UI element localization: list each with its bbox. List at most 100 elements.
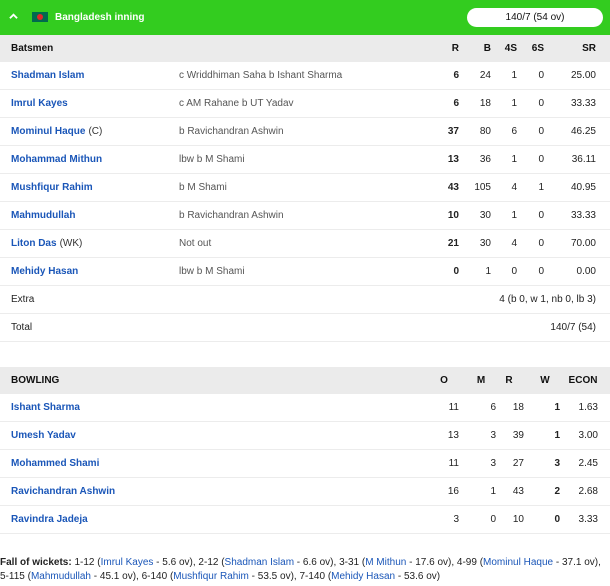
bowler-name-link[interactable]: Ishant Sharma [11,402,80,413]
total-value: 140/7 (54) [550,322,596,333]
fall-of-wickets: Fall of wickets: 1-12 (Imrul Kayes - 5.6… [0,556,610,584]
sixes: 0 [538,98,544,109]
fow-item: 6-140 (Mushfiqur Rahim - 53.5 ov), [141,571,297,582]
extras-label: Extra [11,294,35,305]
maidens: 6 [490,402,496,413]
fours: 1 [511,154,517,165]
batsman-name-link[interactable]: Liton Das [11,238,57,249]
strike-rate: 36.11 [571,154,596,165]
fours-column-header: 4S [504,43,517,54]
batsman-name-link[interactable]: Mahmudullah [11,210,75,221]
fow-item: 1-12 (Imrul Kayes - 5.6 ov), [74,557,196,568]
maidens-column-header: M [476,375,486,386]
batsmen-column-header: Batsmen [11,43,54,54]
fow-score: 1-12 [74,557,95,568]
bowler-name-link[interactable]: Ravichandran Ashwin [11,486,115,497]
fow-player-link[interactable]: Mominul Haque [483,557,553,568]
batsman-name-cell: Mahmudullah [11,202,75,229]
batsman-name-link[interactable]: Mehidy Hasan [11,266,78,277]
bowler-name-cell: Ravindra Jadeja [11,506,88,533]
bowler-name-cell: Mohammed Shami [11,450,99,477]
batsman-name-cell: Liton Das (WK) [11,230,82,257]
runs-conceded: 39 [512,430,524,441]
bowler-row: Ishant Sharma 11 6 18 1 1.63 [0,394,610,422]
dismissal: Not out [179,238,212,249]
dismissal: b M Shami [179,182,227,193]
fow-player-link[interactable]: Shadman Islam [225,557,294,568]
overs: 3 [453,514,459,525]
batsman-name-link[interactable]: Mominul Haque [11,126,85,137]
bowler-name-cell: Ishant Sharma [11,394,80,421]
runs-conceded: 43 [512,486,524,497]
chevron-up-icon[interactable] [9,12,18,21]
runs: 6 [453,70,459,81]
sixes: 0 [538,238,544,249]
sixes-column-header: 6S [531,43,544,54]
batsman-name-cell: Shadman Islam [11,62,84,89]
fow-item: 5-115 (Mahmudullah - 45.1 ov), [0,571,139,582]
bowler-name-cell: Umesh Yadav [11,422,76,449]
economy-column-header: ECON [568,375,598,386]
wickets: 1 [554,430,560,441]
fow-player-link[interactable]: M Mithun [365,557,406,568]
bowler-name-link[interactable]: Mohammed Shami [11,458,99,469]
fow-item: 2-12 (Shadman Islam - 6.6 ov), [198,557,337,568]
batsman-row: Mehidy Hasan lbw b M Shami 0 1 0 0 0.00 [0,258,610,286]
fours: 6 [511,126,517,137]
bowling-runs-column-header: R [505,375,513,386]
batsman-row: Mahmudullah b Ravichandran Ashwin 10 30 1 0 33… [0,202,610,230]
sixes: 0 [538,266,544,277]
dismissal: c Wriddhiman Saha b Ishant Sharma [179,70,343,81]
batsman-name-link[interactable]: Mushfiqur Rahim [11,182,93,193]
batsman-name-cell: Mohammad Mithun [11,146,102,173]
runs: 43 [447,182,459,193]
bowler-row: Ravindra Jadeja 3 0 10 0 3.33 [0,506,610,534]
batting-header-row: Batsmen R B 4S 6S SR [0,35,610,62]
batsman-name-cell: Imrul Kayes [11,90,68,117]
bowling-header-row: BOWLING O M R W ECON [0,367,610,394]
fow-over: 45.1 ov [99,571,133,582]
overs: 11 [448,402,459,413]
runs: 0 [453,266,459,277]
economy: 3.33 [578,514,598,525]
dismissal: b Ravichandran Ashwin [179,210,284,221]
fow-player-link[interactable]: Mehidy Hasan [331,571,395,582]
bowler-name-link[interactable]: Ravindra Jadeja [11,514,88,525]
batsman-row: Shadman Islam c Wriddhiman Saha b Ishant … [0,62,610,90]
fow-score: 5-115 [0,571,25,582]
fours: 1 [511,210,517,221]
economy: 2.45 [578,458,598,469]
fall-of-wickets-label: Fall of wickets: [0,557,72,568]
bowler-row: Umesh Yadav 13 3 39 1 3.00 [0,422,610,450]
economy: 2.68 [578,486,598,497]
fow-item: 7-140 (Mehidy Hasan - 53.6 ov) [299,571,441,582]
batsman-name-link[interactable]: Mohammad Mithun [11,154,102,165]
fow-player-link[interactable]: Mushfiqur Rahim [173,571,249,582]
innings-header[interactable]: Bangladesh inning 140/7 (54 ov) [0,0,610,35]
fow-player-link[interactable]: Imrul Kayes [101,557,154,568]
bowling-column-header: BOWLING [11,375,60,386]
fow-score: 6-140 [141,571,168,582]
fours: 4 [511,238,517,249]
wickets: 2 [554,486,560,497]
runs: 37 [447,126,459,137]
innings-title: Bangladesh inning [55,12,145,23]
batsman-name-cell: Mominul Haque (C) [11,118,102,145]
batsman-row: Liton Das (WK) Not out 21 30 4 0 70.00 [0,230,610,258]
fow-score: 3-31 [339,557,360,568]
fow-player-link[interactable]: Mahmudullah [31,571,91,582]
fow-over: 6.6 ov [302,557,331,568]
strike-rate: 25.00 [570,70,596,81]
economy: 3.00 [578,430,598,441]
innings-score-badge: 140/7 (54 ov) [467,8,603,27]
strike-rate: 70.00 [570,238,596,249]
runs: 10 [447,210,459,221]
batsman-name-link[interactable]: Imrul Kayes [11,98,68,109]
overs: 16 [447,486,459,497]
fow-over: 53.6 ov [403,571,437,582]
strike-rate: 40.95 [570,182,596,193]
batsman-name-link[interactable]: Shadman Islam [11,70,84,81]
bowler-name-link[interactable]: Umesh Yadav [11,430,76,441]
maidens: 0 [490,514,496,525]
dismissal: lbw b M Shami [179,154,245,165]
